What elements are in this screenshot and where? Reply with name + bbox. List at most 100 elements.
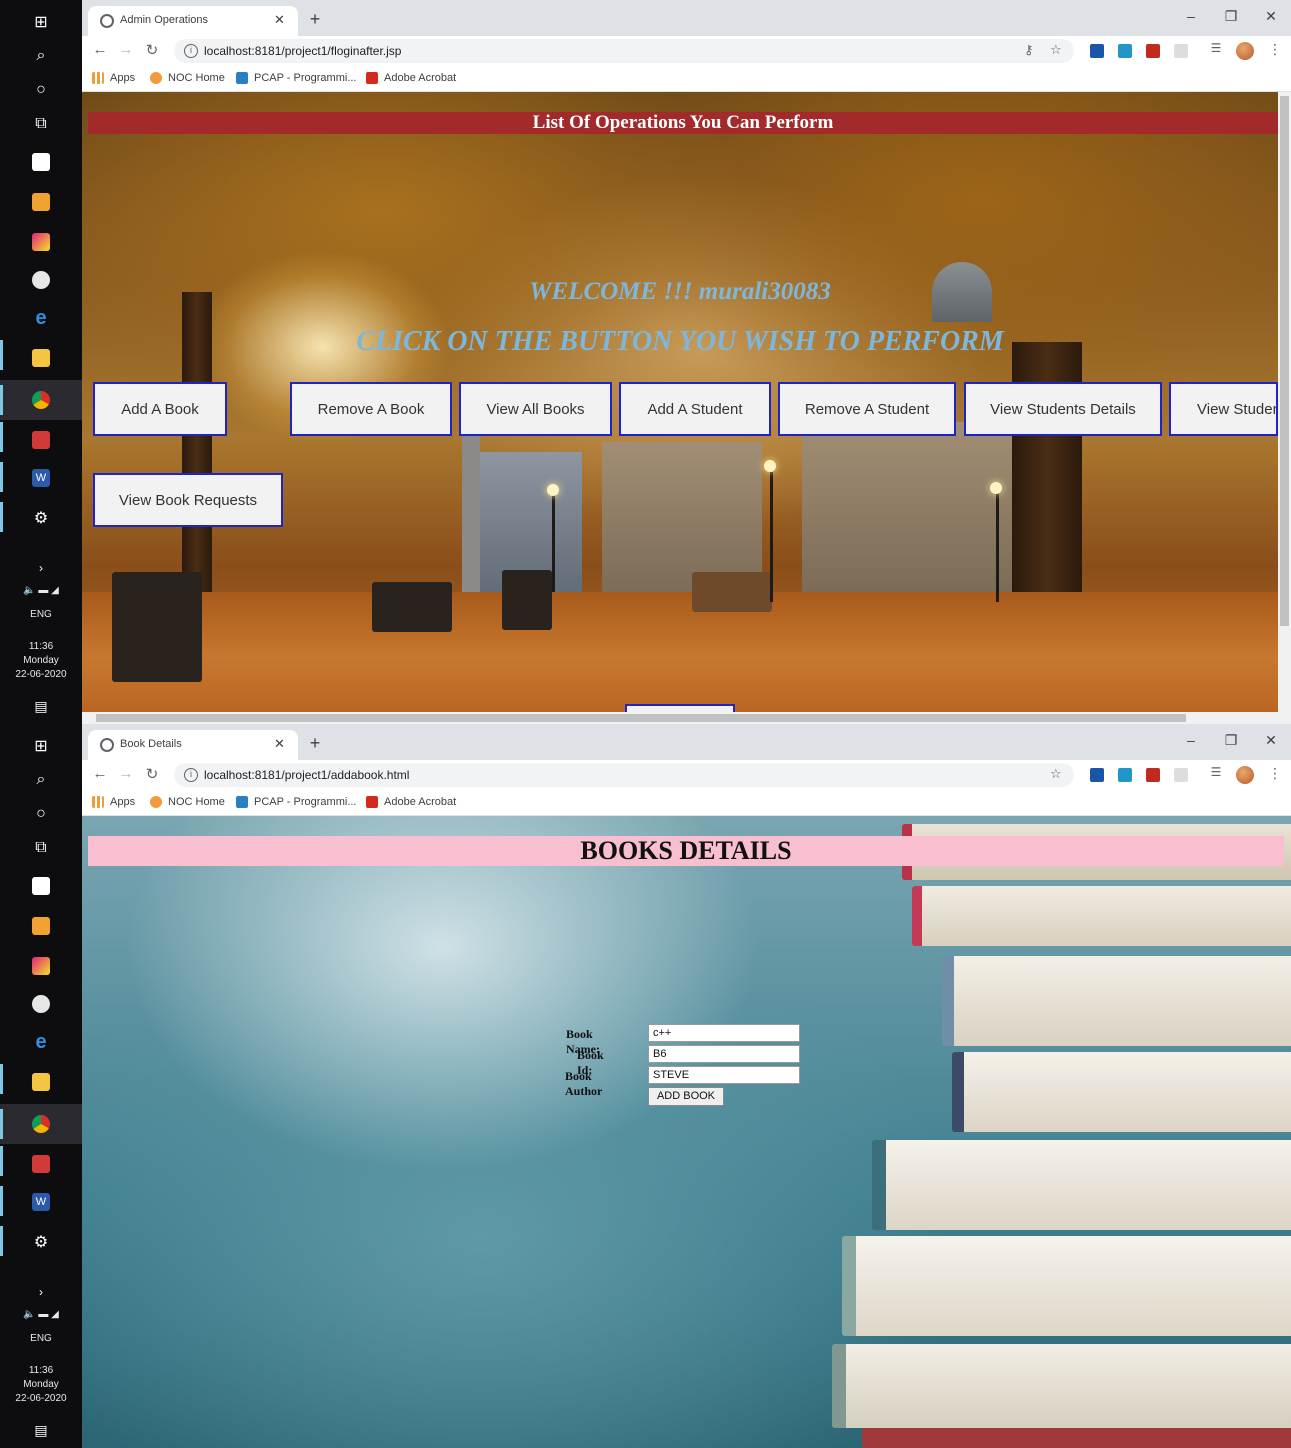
windows-start-icon[interactable]: ⊞ bbox=[29, 734, 53, 758]
snipping-tool-icon[interactable] bbox=[29, 428, 53, 452]
close-window-button[interactable]: ✕ bbox=[1260, 732, 1282, 749]
bookmark-acrobat[interactable]: Adobe Acrobat bbox=[366, 796, 456, 808]
book-name-input[interactable] bbox=[648, 1024, 800, 1042]
view-student-requests-button[interactable]: View Studen bbox=[1169, 382, 1278, 436]
menu-kebab-icon[interactable]: ⋮ bbox=[1268, 765, 1282, 782]
search-icon[interactable]: ⌕ bbox=[29, 44, 53, 68]
new-tab-button[interactable]: + bbox=[304, 732, 326, 754]
add-student-button[interactable]: Add A Student bbox=[619, 382, 771, 436]
cortana-icon[interactable]: ○ bbox=[29, 78, 53, 102]
settings-gear-icon[interactable]: ⚙ bbox=[29, 1230, 53, 1254]
minimize-button[interactable]: – bbox=[1180, 732, 1202, 748]
extension-h-icon[interactable] bbox=[1090, 44, 1104, 58]
acrobat-extension-icon[interactable] bbox=[1146, 768, 1160, 782]
close-tab-icon[interactable]: ✕ bbox=[274, 12, 285, 28]
tab-admin-operations[interactable]: Admin Operations ✕ bbox=[88, 6, 298, 36]
tab-book-details[interactable]: Book Details ✕ bbox=[88, 730, 298, 760]
search-icon[interactable]: ⌕ bbox=[29, 768, 53, 792]
profile-avatar[interactable] bbox=[1236, 766, 1254, 784]
extension-h-icon[interactable] bbox=[1090, 768, 1104, 782]
view-book-requests-button[interactable]: View Book Requests bbox=[93, 473, 283, 527]
address-bar[interactable]: i localhost:8181/project1/floginafter.js… bbox=[174, 39, 1074, 63]
paint-tool-icon[interactable] bbox=[29, 230, 53, 254]
forward-arrow-icon[interactable]: → bbox=[116, 41, 136, 58]
reading-list-icon[interactable]: ☰ bbox=[1206, 765, 1226, 779]
clock-time[interactable]: 11:36 bbox=[0, 1364, 82, 1377]
close-tab-icon[interactable]: ✕ bbox=[274, 736, 285, 752]
url-text[interactable]: localhost:8181/project1/floginafter.jsp bbox=[204, 44, 401, 58]
extension-inactive-icon[interactable] bbox=[1174, 768, 1188, 782]
back-arrow-icon[interactable]: ← bbox=[90, 41, 110, 58]
bookmark-acrobat[interactable]: Adobe Acrobat bbox=[366, 72, 456, 84]
chevron-right-icon[interactable]: › bbox=[29, 1280, 53, 1304]
back-arrow-icon[interactable]: ← bbox=[90, 765, 110, 782]
remove-book-button[interactable]: Remove A Book bbox=[290, 382, 452, 436]
extension-inactive-icon[interactable] bbox=[1174, 44, 1188, 58]
file-explorer-icon[interactable] bbox=[29, 346, 53, 370]
reload-icon[interactable]: ↻ bbox=[142, 765, 162, 783]
view-all-books-button[interactable]: View All Books bbox=[459, 382, 612, 436]
app-circle-icon[interactable] bbox=[29, 992, 53, 1016]
task-view-icon[interactable]: ⧉ bbox=[29, 836, 53, 860]
store-icon[interactable] bbox=[29, 874, 53, 898]
new-tab-button[interactable]: + bbox=[304, 8, 326, 30]
chevron-right-icon[interactable]: › bbox=[29, 556, 53, 580]
key-icon[interactable]: ⚷ bbox=[1024, 42, 1034, 58]
remove-student-button[interactable]: Remove A Student bbox=[778, 382, 956, 436]
snipping-tool-icon[interactable] bbox=[29, 1152, 53, 1176]
edge-browser-icon[interactable]: e bbox=[29, 1030, 53, 1054]
settings-gear-icon[interactable]: ⚙ bbox=[29, 506, 53, 530]
view-students-details-button[interactable]: View Students Details bbox=[964, 382, 1162, 436]
bookmark-pcap[interactable]: PCAP - Programmi... bbox=[236, 796, 357, 808]
url-text[interactable]: localhost:8181/project1/addabook.html bbox=[204, 768, 409, 782]
reading-list-icon[interactable]: ☰ bbox=[1206, 41, 1226, 55]
book-id-input[interactable] bbox=[648, 1045, 800, 1063]
extension-copy-icon[interactable] bbox=[1118, 44, 1132, 58]
media-player-icon[interactable] bbox=[29, 914, 53, 938]
system-tray-icons[interactable]: 🔈 ▬ ◢ bbox=[0, 584, 82, 597]
bookmark-noc-home[interactable]: NOC Home bbox=[150, 72, 225, 84]
vertical-scrollbar[interactable] bbox=[1278, 92, 1291, 712]
book-author-input[interactable] bbox=[648, 1066, 800, 1084]
chrome-icon[interactable] bbox=[29, 1112, 53, 1136]
system-tray-icons[interactable]: 🔈 ▬ ◢ bbox=[0, 1308, 82, 1321]
bookmark-apps[interactable]: Apps bbox=[92, 796, 135, 808]
add-book-button[interactable]: Add A Book bbox=[93, 382, 227, 436]
store-icon[interactable] bbox=[29, 150, 53, 174]
restore-button[interactable]: ❐ bbox=[1220, 732, 1242, 749]
paint-tool-icon[interactable] bbox=[29, 954, 53, 978]
menu-kebab-icon[interactable]: ⋮ bbox=[1268, 41, 1282, 58]
reload-icon[interactable]: ↻ bbox=[142, 41, 162, 59]
restore-button[interactable]: ❐ bbox=[1220, 8, 1242, 25]
notification-icon[interactable]: ▤ bbox=[29, 1418, 53, 1442]
info-icon[interactable]: i bbox=[184, 768, 198, 782]
bookmark-apps[interactable]: Apps bbox=[92, 72, 135, 84]
windows-start-icon[interactable]: ⊞ bbox=[29, 10, 53, 34]
vertical-scroll-thumb[interactable] bbox=[1280, 96, 1289, 626]
address-bar[interactable]: i localhost:8181/project1/addabook.html … bbox=[174, 763, 1074, 787]
extension-copy-icon[interactable] bbox=[1118, 768, 1132, 782]
word-icon[interactable]: W bbox=[29, 466, 53, 490]
task-view-icon[interactable]: ⧉ bbox=[29, 112, 53, 136]
close-window-button[interactable]: ✕ bbox=[1260, 8, 1282, 25]
profile-avatar[interactable] bbox=[1236, 42, 1254, 60]
app-circle-icon[interactable] bbox=[29, 268, 53, 292]
minimize-button[interactable]: – bbox=[1180, 8, 1202, 24]
horizontal-scroll-thumb[interactable] bbox=[96, 714, 1186, 722]
chrome-icon[interactable] bbox=[29, 388, 53, 412]
forward-arrow-icon[interactable]: → bbox=[116, 765, 136, 782]
media-player-icon[interactable] bbox=[29, 190, 53, 214]
horizontal-scrollbar[interactable] bbox=[82, 712, 1291, 724]
bookmark-pcap[interactable]: PCAP - Programmi... bbox=[236, 72, 357, 84]
add-book-submit-button[interactable]: ADD BOOK bbox=[648, 1087, 724, 1106]
word-icon[interactable]: W bbox=[29, 1190, 53, 1214]
edge-browser-icon[interactable]: e bbox=[29, 306, 53, 330]
clock-time[interactable]: 11:36 bbox=[0, 640, 82, 653]
star-icon[interactable]: ☆ bbox=[1050, 766, 1062, 782]
file-explorer-icon[interactable] bbox=[29, 1070, 53, 1094]
language-indicator[interactable]: ENG bbox=[0, 608, 82, 621]
bookmark-noc-home[interactable]: NOC Home bbox=[150, 796, 225, 808]
info-icon[interactable]: i bbox=[184, 44, 198, 58]
acrobat-extension-icon[interactable] bbox=[1146, 44, 1160, 58]
language-indicator[interactable]: ENG bbox=[0, 1332, 82, 1345]
